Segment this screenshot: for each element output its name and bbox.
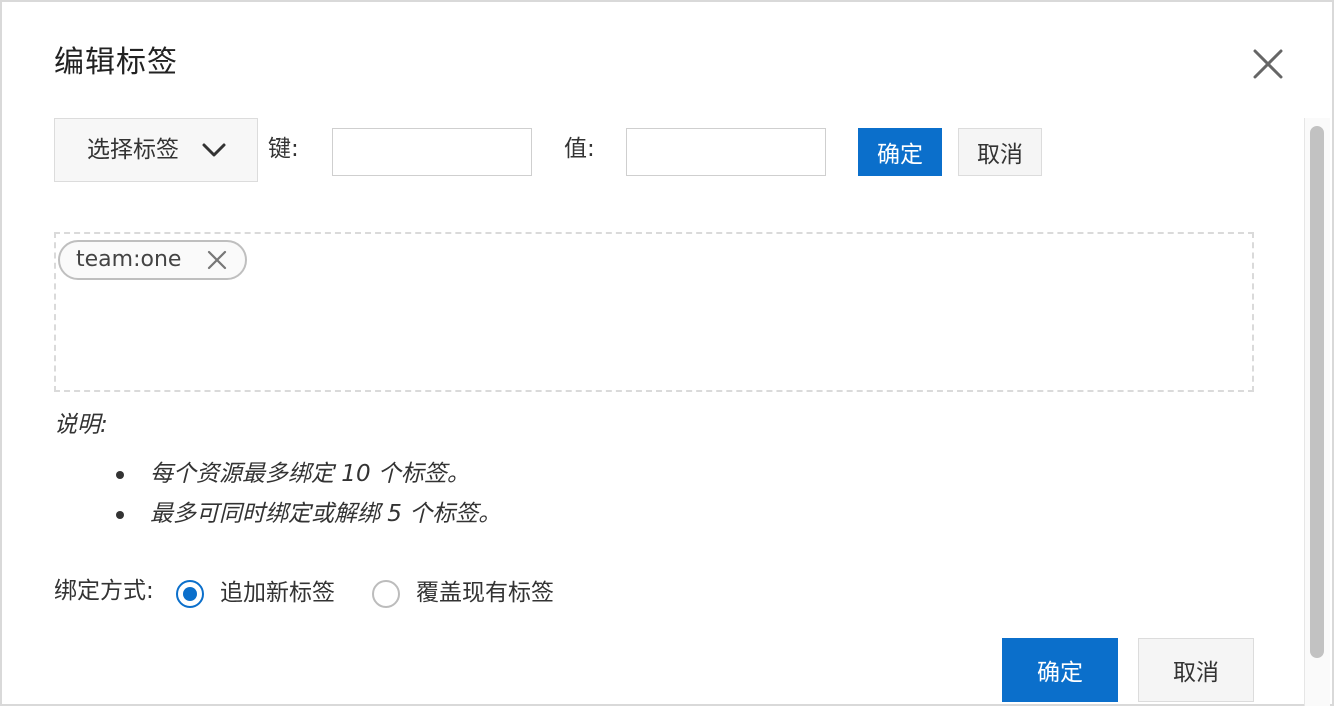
select-tag-label: 选择标签: [87, 137, 179, 163]
scrollbar[interactable]: [1304, 118, 1330, 706]
description-item-text: 最多可同时绑定或解绑 5 个标签。: [150, 501, 502, 527]
description-item: 最多可同时绑定或解绑 5 个标签。: [112, 494, 501, 534]
chevron-down-icon: [202, 143, 226, 157]
description-list: 每个资源最多绑定 10 个标签。 最多可同时绑定或解绑 5 个标签。: [112, 454, 501, 534]
dialog-title: 编辑标签: [54, 45, 178, 80]
key-input[interactable]: [332, 128, 532, 176]
radio-overwrite-tags[interactable]: [372, 580, 400, 608]
radio-append-label[interactable]: 追加新标签: [220, 578, 335, 608]
description-title: 说明:: [54, 412, 108, 438]
add-tag-confirm-button[interactable]: 确定: [858, 128, 942, 176]
value-label: 值:: [564, 136, 595, 162]
radio-append-new-tags[interactable]: [176, 580, 204, 608]
key-label: 键:: [268, 136, 299, 162]
close-icon[interactable]: [207, 250, 227, 270]
tag-list-area: team:one: [54, 232, 1254, 392]
confirm-button[interactable]: 确定: [1002, 638, 1118, 702]
add-tag-cancel-button: 取消: [958, 128, 1042, 176]
select-tag-dropdown[interactable]: 选择标签: [54, 118, 258, 182]
close-button[interactable]: [1246, 42, 1290, 86]
close-icon: [1253, 49, 1283, 79]
value-input[interactable]: [626, 128, 826, 176]
radio-overwrite-label[interactable]: 覆盖现有标签: [416, 578, 554, 608]
description-item-text: 每个资源最多绑定 10 个标签。: [150, 461, 470, 487]
description-item: 每个资源最多绑定 10 个标签。: [112, 454, 501, 494]
binding-mode-label: 绑定方式:: [54, 578, 154, 604]
edit-tags-dialog: 编辑标签 选择标签 键: 值: 确定 取消 team:one 说明: 每个资源最…: [0, 0, 1334, 706]
scrollbar-thumb[interactable]: [1310, 126, 1324, 658]
tag-chip: team:one: [58, 240, 248, 280]
cancel-button[interactable]: 取消: [1138, 638, 1254, 702]
tag-chip-text: team:one: [76, 247, 182, 272]
bullet-icon: [116, 511, 124, 519]
bullet-icon: [116, 471, 124, 479]
